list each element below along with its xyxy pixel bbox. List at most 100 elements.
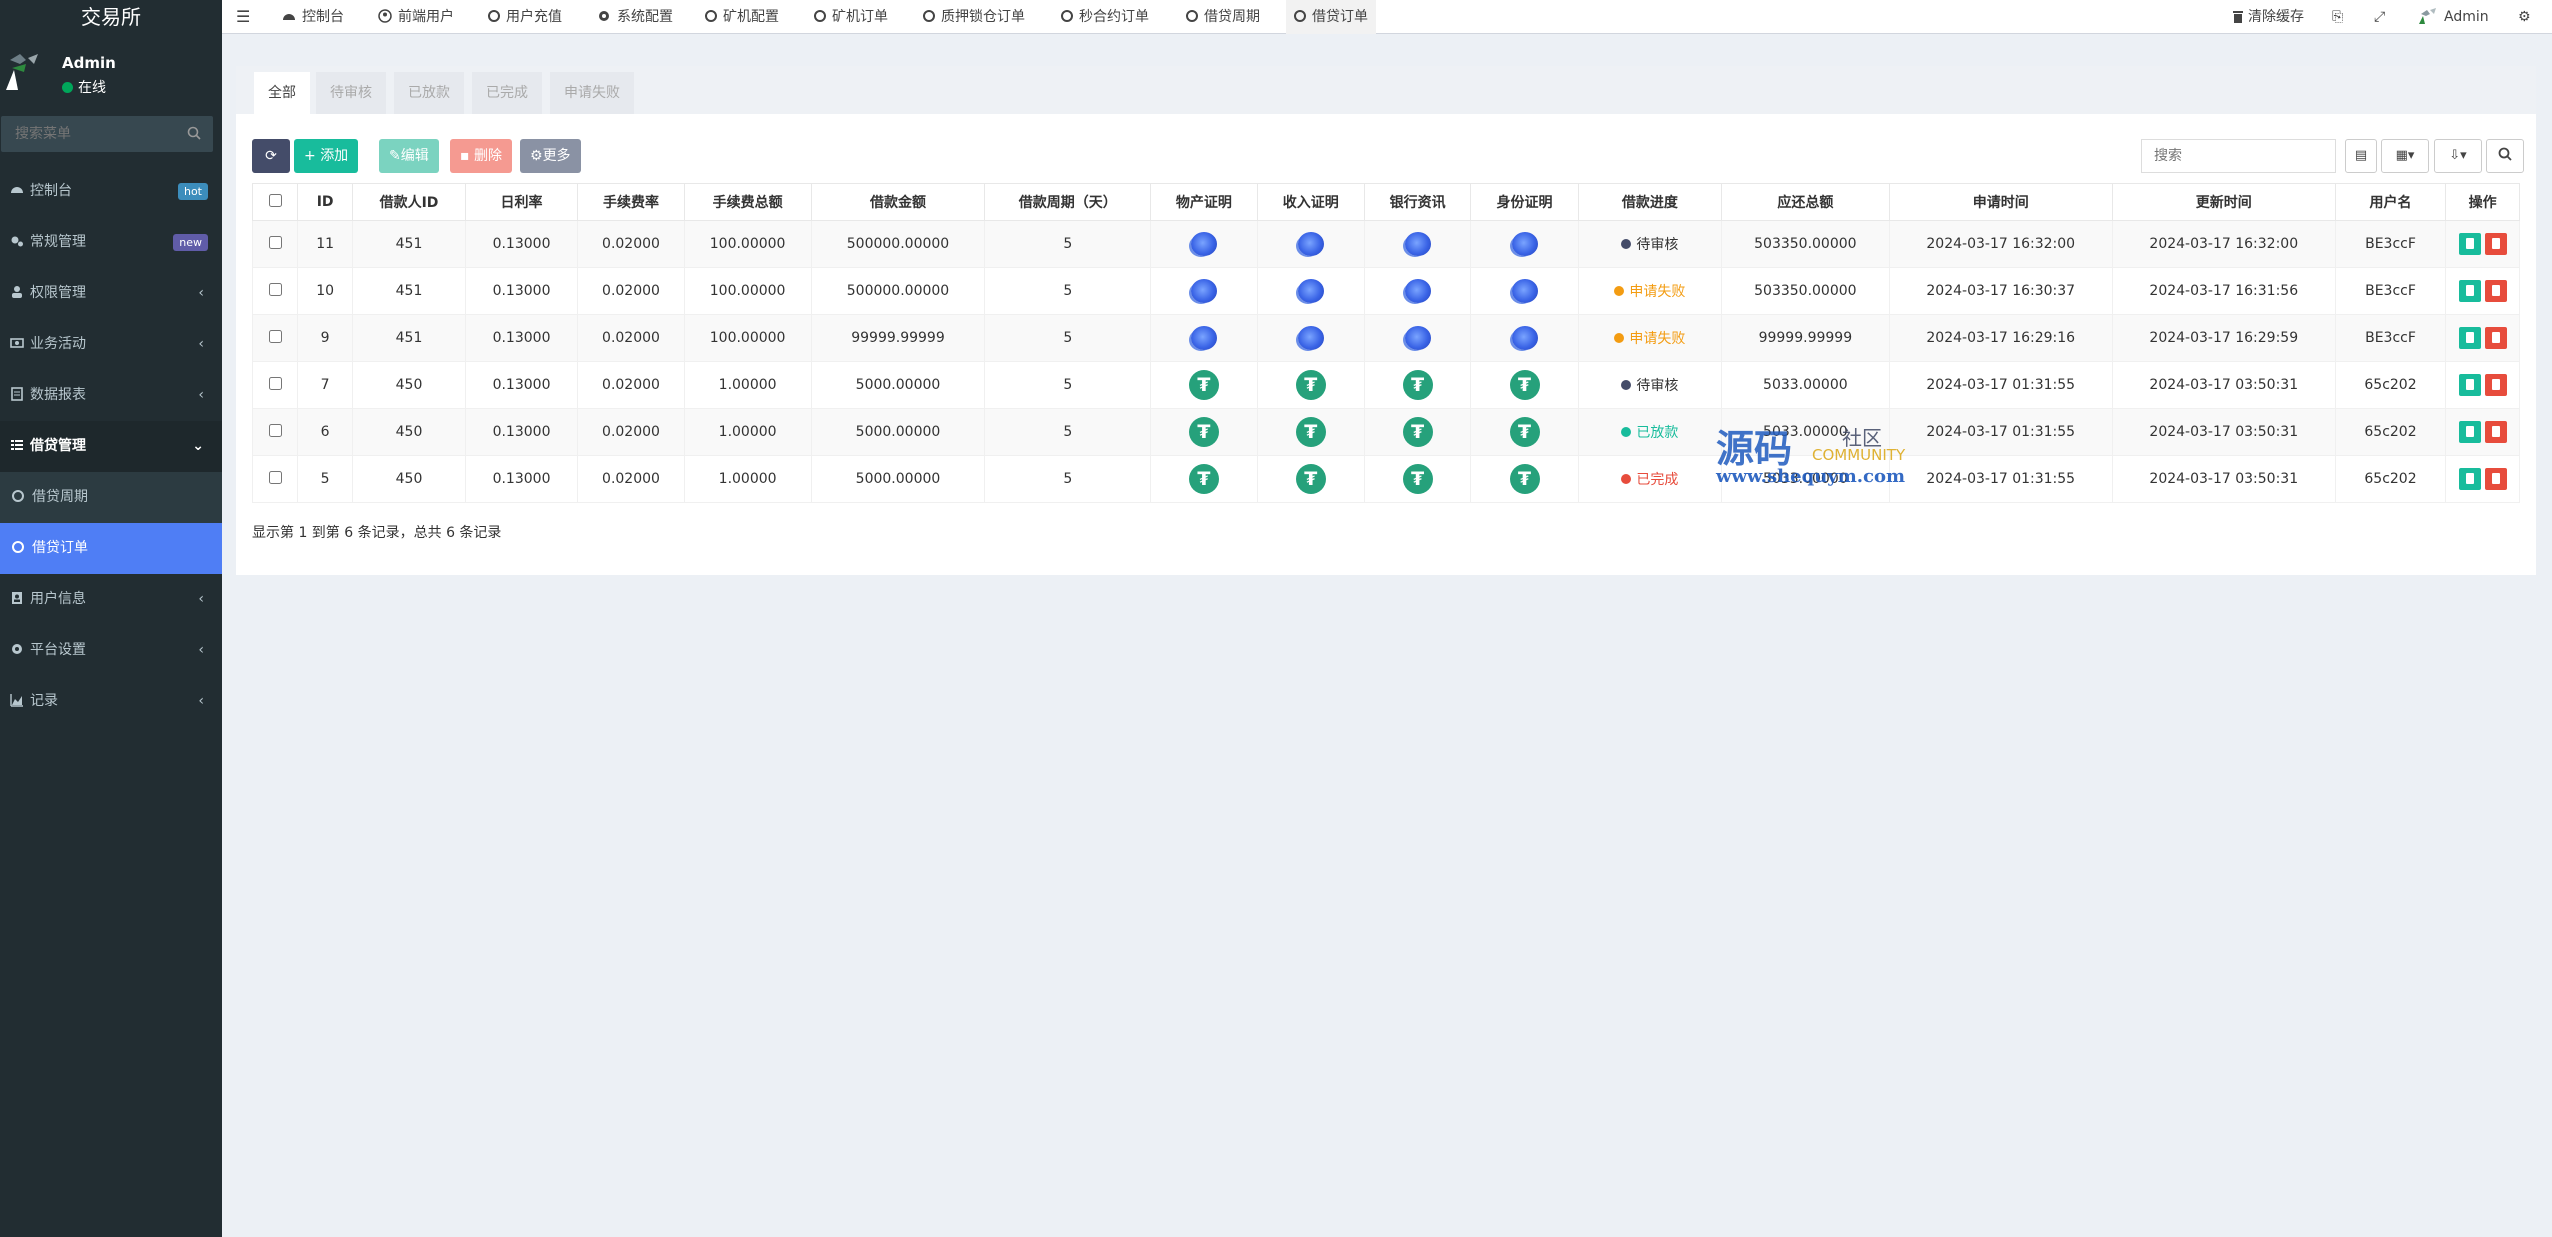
col-header[interactable]: 银行资讯 bbox=[1363, 183, 1472, 221]
app-logo[interactable]: 交易所 bbox=[0, 0, 222, 34]
tab-miner-orders[interactable]: 矿机订单 bbox=[806, 0, 896, 34]
menu-search-input[interactable] bbox=[1, 116, 181, 152]
col-header[interactable]: 借款人ID bbox=[352, 183, 466, 221]
tab-completed[interactable]: 已完成 bbox=[472, 72, 542, 114]
table-row[interactable]: 74500.130000.020001.000005000.000005 待审核 5… bbox=[252, 361, 2520, 409]
more-button[interactable]: ⚙更多 bbox=[520, 139, 581, 173]
tab-loan-period[interactable]: 借贷周期 bbox=[1178, 0, 1268, 34]
tab-staking-orders[interactable]: 质押锁仓订单 bbox=[915, 0, 1033, 34]
row-checkbox[interactable] bbox=[268, 329, 282, 343]
table-row[interactable]: 64500.130000.020001.000005000.000005 已放款 5… bbox=[252, 408, 2520, 456]
translate-icon[interactable]: ⎘ bbox=[2332, 0, 2343, 34]
sidebar-item-loan-order[interactable]: 借贷订单 bbox=[0, 523, 222, 574]
globe-icon[interactable] bbox=[1511, 326, 1538, 350]
row-checkbox[interactable] bbox=[268, 282, 282, 296]
usdt-icon[interactable] bbox=[1509, 464, 1540, 494]
usdt-icon[interactable] bbox=[1509, 370, 1540, 400]
row-edit-button[interactable] bbox=[2458, 468, 2481, 490]
col-header[interactable]: 身份证明 bbox=[1470, 183, 1579, 221]
tab-second-contract-orders[interactable]: 秒合约订单 bbox=[1053, 0, 1157, 34]
col-header[interactable]: 更新时间 bbox=[2111, 183, 2336, 221]
table-row[interactable]: 9 451 0.13000 0.02000 100.00000 99999.99999 5 申… bbox=[252, 314, 2520, 362]
table-row[interactable]: 10 451 0.13000 0.02000 100.00000 500000.00000… bbox=[252, 267, 2520, 315]
table-row[interactable]: 11 451 0.13000 0.02000 100.00000 500000.00000… bbox=[252, 220, 2520, 268]
col-header[interactable]: 收入证明 bbox=[1256, 183, 1365, 221]
globe-icon[interactable] bbox=[1511, 279, 1538, 303]
sidebar-item-reports[interactable]: 数据报表 ‹ bbox=[0, 370, 222, 421]
globe-icon[interactable] bbox=[1190, 326, 1217, 350]
globe-icon[interactable] bbox=[1297, 326, 1324, 350]
tab-user-recharge[interactable]: 用户充值 bbox=[480, 0, 570, 34]
sidebar-item-user-info[interactable]: 用户信息 ‹ bbox=[0, 574, 222, 625]
tab-miner-config[interactable]: 矿机配置 bbox=[697, 0, 787, 34]
row-checkbox[interactable] bbox=[268, 376, 282, 390]
row-edit-button[interactable] bbox=[2458, 233, 2481, 255]
fullscreen-icon[interactable]: ⤢ bbox=[2374, 0, 2385, 34]
usdt-icon[interactable] bbox=[1188, 417, 1219, 447]
tab-loan-orders[interactable]: 借贷订单 bbox=[1286, 0, 1376, 34]
advanced-search-button[interactable] bbox=[2486, 139, 2524, 173]
usdt-icon[interactable] bbox=[1509, 417, 1540, 447]
row-delete-button[interactable] bbox=[2484, 468, 2507, 490]
tab-frontend-users[interactable]: 前端用户 bbox=[370, 0, 462, 34]
col-header[interactable]: 借款金额 bbox=[810, 183, 986, 221]
edit-button[interactable]: ✎编辑 bbox=[379, 139, 439, 173]
sidebar-item-loan-management[interactable]: 借贷管理 ⌄ bbox=[0, 421, 222, 472]
row-checkbox[interactable] bbox=[268, 235, 282, 249]
usdt-icon[interactable] bbox=[1402, 464, 1433, 494]
tab-dashboard[interactable]: 控制台 bbox=[274, 0, 352, 34]
row-delete-button[interactable] bbox=[2484, 280, 2507, 302]
clear-cache-button[interactable]: 清除缓存 bbox=[2232, 0, 2304, 34]
globe-icon[interactable] bbox=[1511, 232, 1538, 256]
tab-pending[interactable]: 待审核 bbox=[316, 72, 386, 114]
usdt-icon[interactable] bbox=[1295, 417, 1326, 447]
table-search-input[interactable] bbox=[2141, 139, 2336, 173]
delete-button[interactable]: ▪ 删除 bbox=[450, 139, 512, 173]
row-delete-button[interactable] bbox=[2484, 327, 2507, 349]
sidebar-item-dashboard[interactable]: 控制台 hot bbox=[0, 166, 222, 217]
col-header[interactable]: 用户名 bbox=[2334, 183, 2447, 221]
toggle-view-button[interactable]: ▤ bbox=[2345, 139, 2377, 173]
row-delete-button[interactable] bbox=[2484, 421, 2507, 443]
sidebar-item-loan-period[interactable]: 借贷周期 bbox=[0, 472, 222, 523]
globe-icon[interactable] bbox=[1297, 279, 1324, 303]
row-checkbox[interactable] bbox=[268, 470, 282, 484]
tab-failed[interactable]: 申请失败 bbox=[550, 72, 634, 114]
globe-icon[interactable] bbox=[1190, 232, 1217, 256]
globe-icon[interactable] bbox=[1190, 279, 1217, 303]
col-header[interactable]: 物产证明 bbox=[1150, 183, 1258, 221]
col-header[interactable]: ID bbox=[296, 183, 354, 221]
table-row[interactable]: 54500.130000.020001.000005000.000005已完成5… bbox=[252, 455, 2520, 503]
usdt-icon[interactable] bbox=[1188, 464, 1219, 494]
usdt-icon[interactable] bbox=[1402, 370, 1433, 400]
refresh-button[interactable]: ⟳ bbox=[252, 139, 290, 173]
export-button[interactable]: ⇩▾ bbox=[2434, 139, 2482, 173]
sidebar-item-records[interactable]: 记录 ‹ bbox=[0, 676, 222, 727]
tab-disbursed[interactable]: 已放款 bbox=[394, 72, 464, 114]
admin-menu[interactable]: Admin bbox=[2418, 0, 2489, 34]
globe-icon[interactable] bbox=[1297, 232, 1324, 256]
usdt-icon[interactable] bbox=[1402, 417, 1433, 447]
add-button[interactable]: + 添加 bbox=[294, 139, 359, 173]
col-header[interactable]: 手续费率 bbox=[577, 183, 685, 221]
tab-all[interactable]: 全部 bbox=[254, 72, 310, 114]
col-header[interactable]: 借款进度 bbox=[1577, 183, 1722, 221]
sidebar-item-platform-settings[interactable]: 平台设置 ‹ bbox=[0, 625, 222, 676]
columns-button[interactable]: ▦▾ bbox=[2381, 139, 2429, 173]
settings-icon[interactable]: ⚙ bbox=[2518, 0, 2531, 34]
row-delete-button[interactable] bbox=[2484, 374, 2507, 396]
sidebar-item-auth[interactable]: 权限管理 ‹ bbox=[0, 268, 222, 319]
row-edit-button[interactable] bbox=[2458, 327, 2481, 349]
sidebar-item-general[interactable]: 常规管理 new bbox=[0, 217, 222, 268]
col-header[interactable]: 借款周期（天） bbox=[984, 183, 1152, 221]
globe-icon[interactable] bbox=[1404, 279, 1431, 303]
row-delete-button[interactable] bbox=[2484, 233, 2507, 255]
menu-toggle-icon[interactable]: ☰ bbox=[236, 7, 250, 26]
sidebar-item-business[interactable]: 业务活动 ‹ bbox=[0, 319, 222, 370]
col-header[interactable]: 应还总额 bbox=[1720, 183, 1890, 221]
search-icon[interactable] bbox=[187, 126, 201, 140]
col-header[interactable]: 日利率 bbox=[464, 183, 579, 221]
col-header[interactable]: 申请时间 bbox=[1888, 183, 2113, 221]
row-edit-button[interactable] bbox=[2458, 421, 2481, 443]
select-all-checkbox[interactable] bbox=[268, 193, 282, 207]
